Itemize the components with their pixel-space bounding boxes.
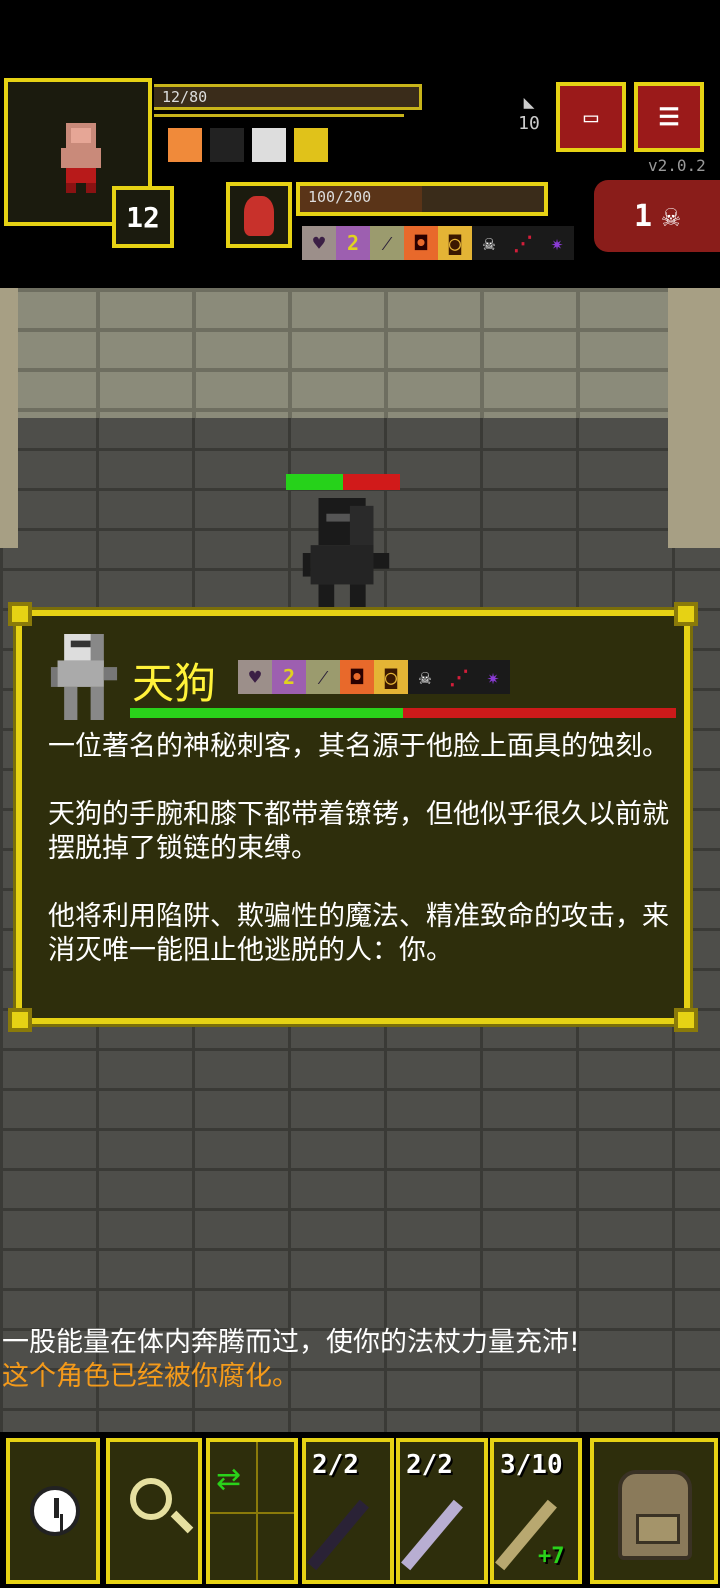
quickslot-2[interactable]: 2/2	[396, 1438, 488, 1584]
void-affix-icon[interactable]: ✷	[540, 226, 574, 260]
quickslot-upgrade-level: +7	[538, 1544, 565, 1569]
backpack-icon	[618, 1470, 692, 1560]
void-affix-icon[interactable]: ✷	[476, 660, 510, 694]
wait-button[interactable]	[6, 1438, 100, 1584]
journal-icon: ▭	[583, 103, 599, 131]
depth-value: 10	[518, 113, 540, 134]
mob-champion-icons: ♥ 2 ⁄ ◘ ◙ ☠ ⋰ ✷	[238, 660, 510, 694]
target-affix-icon[interactable]: ◘	[340, 660, 374, 694]
quickslot-charges: 3/10	[500, 1450, 563, 1480]
dungeon-wall	[0, 288, 720, 418]
menu-icon: ☰	[658, 103, 680, 131]
log-line-warning: 这个角色已经被你腐化。	[2, 1361, 299, 1392]
slot-divider	[256, 1442, 258, 1580]
slash-affix-icon[interactable]: ⁄	[370, 226, 404, 260]
dungeon-wall-left	[0, 288, 18, 548]
hero-hp-text: 12/80	[162, 88, 208, 106]
skull-icon: ☠	[662, 198, 681, 234]
enemy-hp-fill	[286, 474, 343, 490]
window-corner	[674, 1008, 698, 1032]
mob-description-paragraph: 他将利用陷阱、欺骗性的魔法、精准致命的攻击，来消灭唯一能阻止他逃脱的人：你。	[48, 901, 669, 966]
boss-face-icon	[244, 196, 274, 236]
heart-affix-icon[interactable]: ♥	[302, 226, 336, 260]
log-line: 一股能量在体内奔腾而过，使你的法杖力量充沛!	[2, 1327, 580, 1358]
rank2-affix-icon[interactable]: 2	[336, 226, 370, 260]
blood-affix-icon[interactable]: ⋰	[506, 226, 540, 260]
dungeon-wall-right	[668, 288, 720, 548]
menu-button[interactable]: ☰	[634, 82, 704, 152]
quickslot-charges: 2/2	[406, 1450, 453, 1480]
enemy-hp-bar	[286, 474, 400, 490]
journal-button[interactable]: ▭	[556, 82, 626, 152]
heart-affix-icon[interactable]: ♥	[238, 660, 272, 694]
boss-champion-icons: ♥ 2 ⁄ ◘ ◙ ☠ ⋰ ✷	[302, 226, 574, 260]
clock-icon	[30, 1486, 80, 1536]
stairs-icon: ◣	[523, 92, 535, 113]
hero-hp-bar: 12/80	[154, 84, 422, 110]
toolbar: ⇄ 2/2 2/2 3/10 +7	[0, 1432, 720, 1588]
tengu-sprite[interactable]	[302, 498, 390, 608]
skull-affix-icon[interactable]: ☠	[408, 660, 442, 694]
exp-bar	[154, 114, 404, 117]
mob-description: 一位著名的神秘刺客，其名源于他脸上面具的蚀刻。 天狗的手腕和膝下都带着镣铐，但他…	[48, 730, 678, 1002]
skull-affix-icon[interactable]: ☠	[472, 226, 506, 260]
window-corner	[674, 602, 698, 626]
kill-counter[interactable]: 1 ☠	[594, 180, 720, 252]
version-label: v2.0.2	[648, 156, 706, 175]
swap-icon: ⇄	[216, 1462, 242, 1497]
wand-icon	[401, 1499, 463, 1571]
quickslot-swap-button[interactable]: ⇄	[206, 1438, 298, 1584]
game-log: 一股能量在体内奔腾而过，使你的法杖力量充沛! 这个角色已经被你腐化。	[2, 1326, 622, 1394]
mob-description-paragraph: 天狗的手腕和膝下都带着镣铐，但他似乎很久以前就摆脱掉了锁链的束缚。	[48, 799, 669, 864]
status-hud: 12 12/80 ◣ 10 ▭ ☰ v2.0.2 100/200 ♥ 2 ⁄ ◘ ◙ ☠ ⋰…	[0, 70, 720, 280]
quickslot-charges: 2/2	[312, 1450, 359, 1480]
chest-buff-icon[interactable]	[294, 128, 328, 162]
quickslot-1[interactable]: 2/2	[302, 1438, 394, 1584]
wand-icon	[307, 1499, 369, 1571]
kill-count: 1	[633, 198, 652, 234]
key-buff-icon[interactable]	[252, 128, 286, 162]
mob-name: 天狗	[132, 659, 217, 708]
mob-description-paragraph: 一位著名的神秘刺客，其名源于他脸上面具的蚀刻。	[48, 731, 669, 762]
boss-hp-text: 100/200	[308, 188, 372, 206]
hero-level: 12	[112, 186, 174, 248]
mob-hp-fill	[130, 708, 403, 718]
search-button[interactable]	[106, 1438, 202, 1584]
tengu-icon	[50, 634, 118, 720]
box-affix-icon[interactable]: ◙	[374, 660, 408, 694]
depth-indicator: ◣ 10	[512, 92, 546, 152]
boss-portrait[interactable]	[226, 182, 292, 248]
armor-buff-icon[interactable]	[210, 128, 244, 162]
quickslot-3[interactable]: 3/10 +7	[490, 1438, 582, 1584]
search-icon	[130, 1478, 172, 1520]
window-corner	[8, 1008, 32, 1032]
hero-sprite	[61, 123, 101, 193]
target-affix-icon[interactable]: ◘	[404, 226, 438, 260]
rank2-affix-icon[interactable]: 2	[272, 660, 306, 694]
blood-affix-icon[interactable]: ⋰	[442, 660, 476, 694]
slash-affix-icon[interactable]: ⁄	[306, 660, 340, 694]
slot-divider	[210, 1512, 294, 1514]
inventory-button[interactable]	[590, 1438, 718, 1584]
boss-hp-bar: 100/200	[296, 182, 548, 216]
window-corner	[8, 602, 32, 626]
mob-info-window[interactable]: 天狗 ♥ 2 ⁄ ◘ ◙ ☠ ⋰ ✷ 一位著名的神秘刺客，其名源于他脸上面具的蚀刻。 天狗的手…	[8, 602, 698, 1032]
bless-buff-icon[interactable]	[168, 128, 202, 162]
box-affix-icon[interactable]: ◙	[438, 226, 472, 260]
mob-hp-bar	[130, 708, 676, 718]
